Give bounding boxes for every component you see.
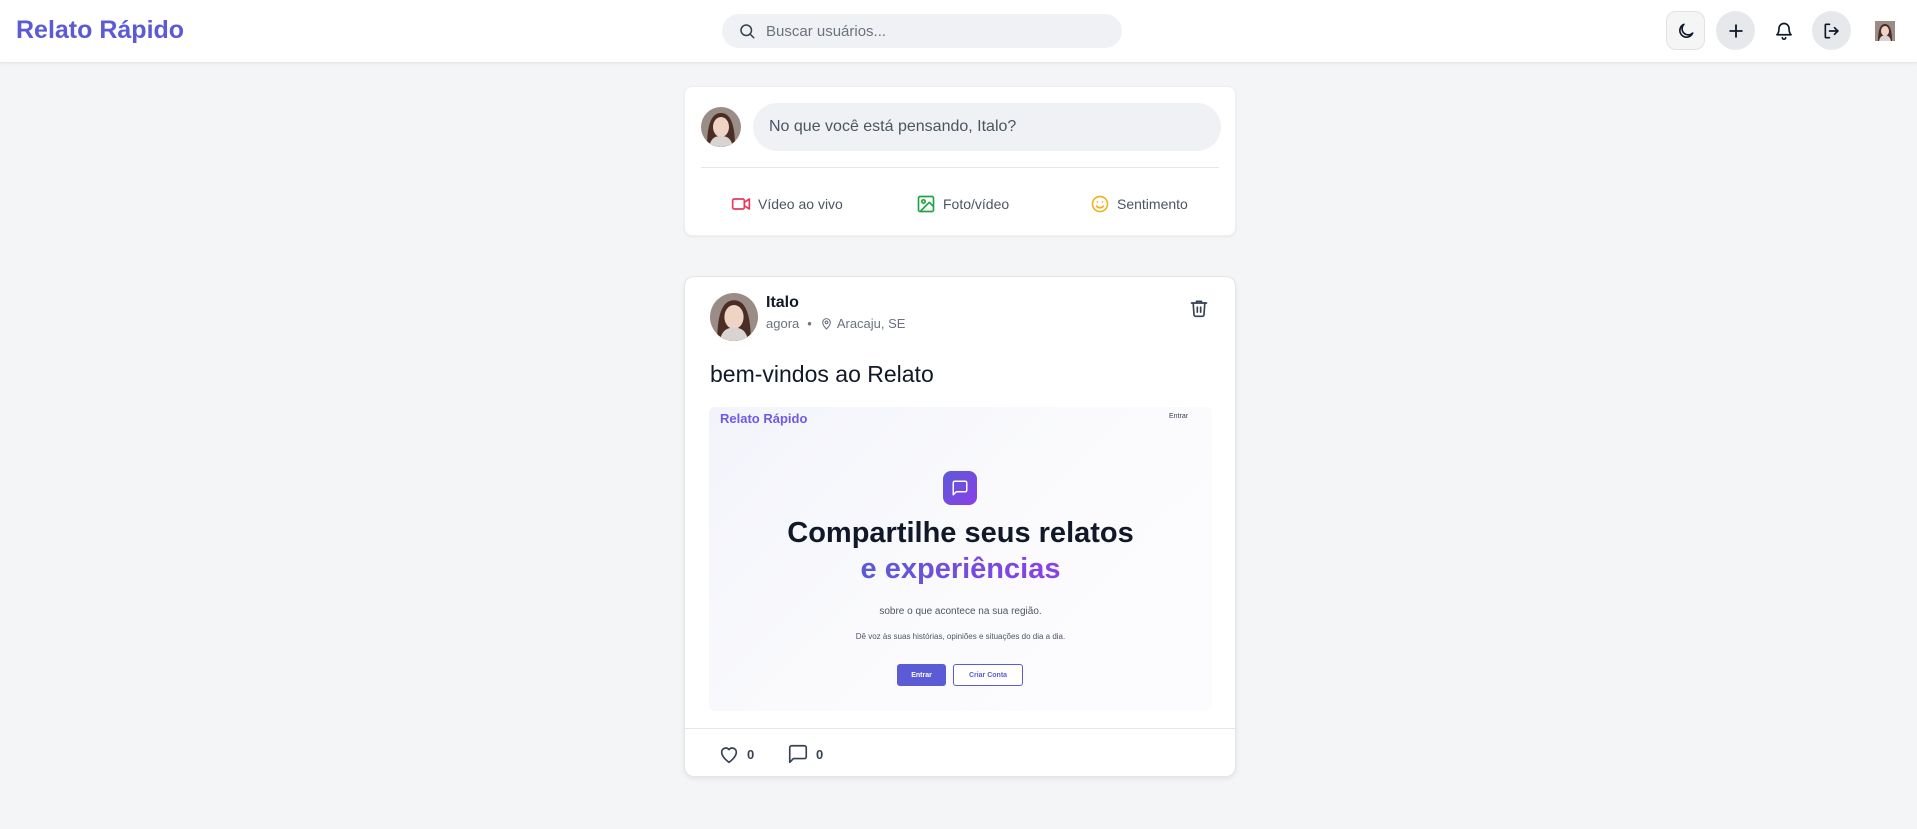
avatar bbox=[1874, 20, 1895, 41]
notifications-button[interactable] bbox=[1764, 11, 1803, 50]
post-text: bem-vindos ao Relato bbox=[710, 361, 934, 387]
theme-toggle-button[interactable] bbox=[1666, 11, 1705, 50]
video-icon bbox=[731, 198, 751, 210]
preview-login-link: Entrar bbox=[1169, 413, 1189, 420]
photo-video-button[interactable]: Foto/vídeo bbox=[916, 193, 1009, 215]
preview-login-button: Entrar bbox=[897, 664, 946, 686]
top-navbar: Relato Rápido bbox=[0, 0, 1917, 63]
post-author[interactable]: Italo bbox=[766, 294, 799, 312]
post-composer: No que você está pensando, Italo? Vídeo … bbox=[684, 86, 1236, 236]
preview-brand: Relato Rápido bbox=[720, 411, 808, 426]
map-pin-icon bbox=[821, 318, 831, 330]
smile-icon bbox=[1091, 195, 1109, 213]
post-image-preview[interactable]: Relato Rápido Entrar Compartilhe seus re… bbox=[709, 407, 1212, 711]
preview-heading-line1: Compartilhe seus relatos bbox=[787, 517, 1134, 549]
image-icon bbox=[917, 195, 935, 213]
preview-subtitle: sobre o que acontece na sua região. bbox=[879, 606, 1042, 617]
user-avatar-button[interactable] bbox=[1865, 11, 1904, 50]
search-icon bbox=[740, 24, 755, 39]
preview-heading-gradient: e experiências bbox=[860, 553, 1061, 585]
photo-video-label: Foto/vídeo bbox=[943, 196, 1010, 212]
feeling-label: Sentimento bbox=[1117, 196, 1188, 212]
post-location: Aracaju, SE bbox=[836, 316, 906, 331]
live-video-button[interactable]: Vídeo ao vivo bbox=[731, 193, 843, 215]
comment-count: 0 bbox=[816, 746, 824, 762]
brand-logo[interactable]: Relato Rápido bbox=[16, 16, 184, 45]
meta-separator: • bbox=[807, 316, 812, 331]
post-meta: agora • Aracaju, SE bbox=[766, 316, 905, 331]
comment-button[interactable]: 0 bbox=[786, 743, 823, 765]
avatar[interactable] bbox=[710, 293, 758, 341]
comment-icon bbox=[788, 744, 808, 764]
post-card: Italo agora • Aracaju, SE bem-vindos ao … bbox=[684, 276, 1236, 777]
search-input[interactable] bbox=[766, 22, 1106, 40]
like-button[interactable]: 0 bbox=[717, 743, 754, 765]
create-post-button[interactable] bbox=[1716, 11, 1755, 50]
delete-post-button[interactable] bbox=[1188, 297, 1210, 319]
trash-icon bbox=[1190, 300, 1208, 318]
avatar bbox=[701, 107, 741, 147]
preview-description: Dê voz às suas histórias, opiniões e sit… bbox=[855, 632, 1066, 641]
search-bar[interactable] bbox=[722, 14, 1122, 48]
divider bbox=[701, 167, 1219, 168]
like-count: 0 bbox=[747, 746, 755, 762]
composer-input[interactable]: No que você está pensando, Italo? bbox=[753, 103, 1221, 151]
plus-icon bbox=[1728, 23, 1743, 38]
post-time: agora bbox=[766, 316, 800, 331]
preview-signup-button: Criar Conta bbox=[953, 664, 1023, 686]
bell-icon bbox=[1775, 22, 1792, 40]
logout-icon bbox=[1824, 23, 1839, 39]
feeling-button[interactable]: Sentimento bbox=[1090, 193, 1188, 215]
divider bbox=[685, 728, 1235, 729]
logout-button[interactable] bbox=[1812, 11, 1851, 50]
live-video-label: Vídeo ao vivo bbox=[758, 196, 843, 212]
preview-heading-line2: e experiências bbox=[709, 553, 1212, 586]
heart-icon bbox=[720, 747, 738, 764]
moon-icon bbox=[1678, 23, 1693, 38]
chat-bubble-icon bbox=[943, 471, 977, 505]
